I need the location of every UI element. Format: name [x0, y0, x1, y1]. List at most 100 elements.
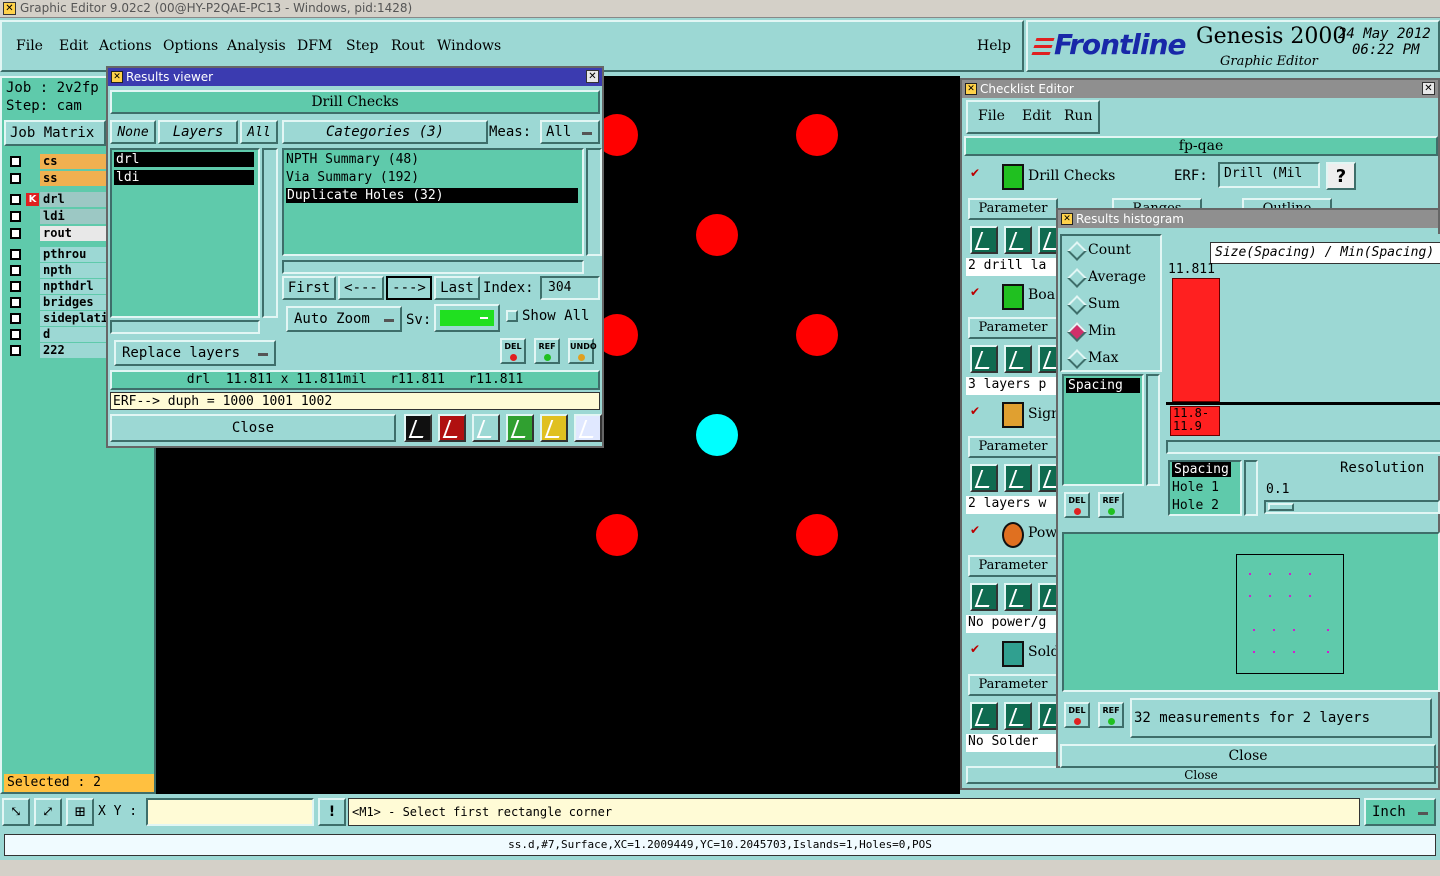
radio-max[interactable] — [1067, 349, 1087, 369]
drill-hole[interactable] — [796, 114, 838, 156]
del-button[interactable]: DEL — [1064, 702, 1090, 728]
layer-row-pthrou[interactable]: pthrou — [6, 247, 106, 262]
layer-row-cs[interactable]: cs — [6, 154, 106, 169]
layer-row-222[interactable]: 222 — [6, 343, 106, 358]
parameters-button[interactable]: Parameter — [968, 436, 1058, 458]
category-list-hscroll[interactable] — [282, 260, 584, 274]
undo-button[interactable]: UNDO — [568, 338, 597, 364]
measure-tool-icon[interactable]: ⤢ — [34, 798, 62, 826]
layer-checkbox[interactable] — [10, 281, 21, 292]
next-button[interactable]: ---> — [386, 276, 432, 300]
close-button[interactable]: Close — [110, 414, 396, 442]
field-list-vscroll[interactable] — [1146, 374, 1160, 486]
layer-checkbox[interactable] — [10, 228, 21, 239]
histogram-close-button[interactable]: Close — [1060, 744, 1436, 768]
layer-row-ss[interactable]: ss — [6, 171, 106, 186]
run-action-icon[interactable] — [1004, 583, 1032, 611]
layer-listbox[interactable]: drl ldi — [110, 148, 260, 318]
layer-list-vscroll[interactable] — [262, 148, 278, 318]
ref-button[interactable]: REF — [534, 338, 560, 364]
layer-checkbox[interactable] — [10, 249, 21, 260]
close-icon[interactable]: ✕ — [1422, 82, 1435, 95]
first-button[interactable]: First — [282, 276, 336, 300]
drill-hole[interactable] — [796, 514, 838, 556]
run-action-icon[interactable] — [970, 464, 998, 492]
run-action-icon[interactable] — [970, 583, 998, 611]
drill-hole[interactable] — [696, 214, 738, 256]
menu-item-edit[interactable]: Edit — [1022, 108, 1051, 124]
drill-hole[interactable] — [796, 314, 838, 356]
menu-item-windows[interactable]: Windows — [437, 38, 501, 54]
layer-checkbox[interactable] — [10, 265, 21, 276]
layer-row-rout[interactable]: rout — [6, 226, 106, 241]
action-check-icon[interactable]: ✔ — [970, 642, 980, 656]
menu-item-rout[interactable]: Rout — [391, 38, 425, 54]
menu-item-help[interactable]: Help — [977, 38, 1011, 54]
report-icon[interactable] — [438, 414, 466, 442]
layer-row-npthdrl[interactable]: npthdrl — [6, 279, 106, 294]
replace-layers-select[interactable]: Replace layers — [114, 340, 276, 366]
layer-list-hscroll[interactable] — [110, 320, 260, 334]
action-check-icon[interactable]: ✔ — [970, 404, 980, 418]
list-item[interactable]: NPTH Summary (48) — [286, 152, 419, 167]
layer-checkbox-active[interactable] — [10, 194, 21, 205]
ref-button[interactable]: REF — [1098, 492, 1124, 518]
parameters-button[interactable]: Parameter — [968, 555, 1058, 577]
close-icon[interactable]: ✕ — [586, 70, 599, 83]
auto-zoom-select[interactable]: Auto Zoom — [286, 306, 402, 332]
layer-row-bridges[interactable]: bridges — [6, 295, 106, 310]
histogram-field-list[interactable]: Spacing — [1062, 374, 1144, 486]
layer-row-npth[interactable]: npth — [6, 263, 106, 278]
none-button[interactable]: None — [110, 120, 156, 144]
erf-help-button[interactable]: ? — [1326, 162, 1356, 190]
job-matrix-button[interactable]: Job Matrix — [4, 120, 106, 146]
layer-row-sideplati[interactable]: sideplati — [6, 311, 106, 326]
radio-average[interactable] — [1067, 268, 1087, 288]
alert-icon[interactable]: ! — [318, 798, 346, 826]
action-check-icon[interactable]: ✔ — [970, 523, 980, 537]
field-values-vscroll[interactable] — [1244, 460, 1258, 516]
show-all-checkbox[interactable] — [506, 310, 518, 322]
layer-checkbox[interactable] — [10, 313, 21, 324]
layer-checkbox[interactable] — [10, 329, 21, 340]
layer-row-d[interactable]: d — [6, 327, 106, 342]
layer-checkbox[interactable] — [10, 156, 21, 167]
highlighted-hole[interactable] — [696, 414, 738, 456]
sv-color-select[interactable] — [434, 304, 500, 332]
menu-item-actions[interactable]: Actions — [99, 38, 152, 54]
radio-count[interactable] — [1067, 241, 1087, 261]
run-action-icon[interactable] — [1004, 702, 1032, 730]
layer-checkbox[interactable] — [10, 173, 21, 184]
erf-input[interactable]: Drill (Mil — [1218, 162, 1320, 188]
run-action-icon[interactable] — [1004, 464, 1032, 492]
menu-item-step[interactable]: Step — [346, 38, 378, 54]
grid-tool-icon[interactable]: ⊞ — [66, 798, 94, 826]
radio-min-selected[interactable] — [1067, 322, 1087, 342]
menu-item-edit[interactable]: Edit — [59, 38, 88, 54]
action-check-icon[interactable]: ✔ — [970, 285, 980, 299]
all-button[interactable]: All — [240, 120, 278, 144]
checklist-close-button[interactable]: Close — [966, 766, 1436, 784]
menu-item-file[interactable]: File — [16, 38, 43, 54]
layer-row-drl[interactable]: K drl — [6, 192, 106, 207]
del-button[interactable]: DEL — [1064, 492, 1090, 518]
run-action-icon[interactable] — [970, 345, 998, 373]
menu-item-dfm[interactable]: DFM — [297, 38, 332, 54]
layer-row-ldi[interactable]: ldi — [6, 209, 106, 224]
layer-checkbox[interactable] — [10, 345, 21, 356]
menu-item-file[interactable]: File — [978, 108, 1005, 124]
highlight-icon[interactable] — [404, 414, 432, 442]
run-action-icon[interactable] — [1004, 226, 1032, 254]
xy-input[interactable] — [146, 798, 314, 826]
run-action-icon[interactable] — [970, 702, 998, 730]
resolution-slider[interactable] — [1264, 500, 1440, 514]
units-select[interactable]: Inch — [1364, 798, 1436, 826]
radio-sum[interactable] — [1067, 295, 1087, 315]
prev-button[interactable]: <--- — [338, 276, 384, 300]
menu-item-options[interactable]: Options — [163, 38, 218, 54]
list-item-selected[interactable]: Duplicate Holes (32) — [286, 188, 578, 203]
list-item-selected[interactable]: Spacing — [1066, 378, 1140, 393]
menu-item-analysis[interactable]: Analysis — [227, 38, 286, 54]
parameters-button[interactable]: Parameter — [968, 198, 1058, 220]
run-action-icon[interactable] — [1004, 345, 1032, 373]
